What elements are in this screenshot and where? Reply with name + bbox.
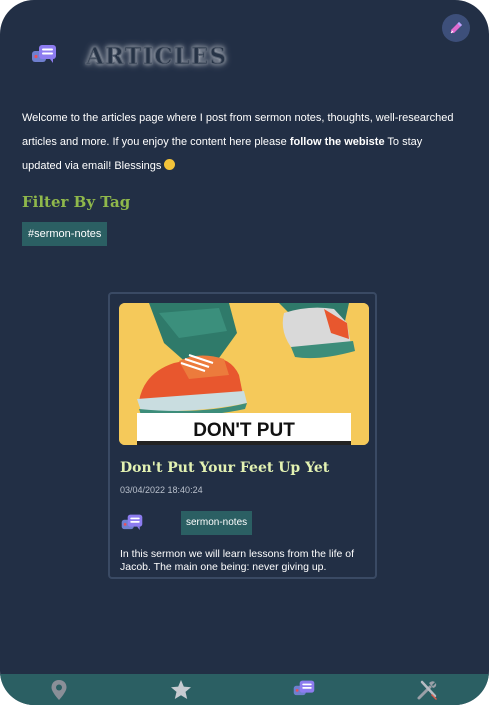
nav-tools[interactable] [415, 678, 439, 702]
tag-filter-sermon-notes[interactable]: #sermon-notes [22, 222, 108, 246]
chat-bubbles-icon [293, 680, 315, 696]
article-tag[interactable]: sermon-notes [181, 511, 253, 535]
article-date: 03/04/2022 18:40:24 [120, 485, 203, 495]
map-pin-icon [51, 680, 67, 700]
star-icon [171, 680, 191, 699]
app-screen: ARTICLES Welcome to the articles page wh… [0, 0, 489, 705]
intro-text: Welcome to the articles page where I pos… [22, 106, 462, 178]
smile-emoji-icon [164, 159, 176, 170]
nav-favorites[interactable] [169, 678, 193, 702]
tools-icon [417, 680, 437, 700]
filter-heading: Filter By Tag [22, 193, 131, 211]
article-card[interactable]: DON'T PUT Don't Put Your Feet Up Yet 03/… [108, 292, 377, 579]
chat-bubbles-icon [121, 514, 143, 530]
page-title: ARTICLES [85, 42, 228, 70]
page-header: ARTICLES [30, 42, 227, 70]
article-image: DON'T PUT [119, 303, 369, 445]
article-description: In this sermon we will learn lessons fro… [120, 548, 355, 573]
bottom-nav [0, 674, 489, 705]
pen-icon [450, 22, 462, 34]
chat-bubbles-icon [32, 45, 56, 63]
follow-website-link[interactable]: follow the webiste [290, 136, 385, 148]
nav-articles[interactable] [292, 678, 316, 702]
theme-toggle-button[interactable] [442, 14, 470, 42]
article-title[interactable]: Don't Put Your Feet Up Yet [120, 460, 370, 476]
nav-locations[interactable] [47, 678, 71, 702]
feet-illustration: DON'T PUT [119, 303, 369, 445]
article-image-text: DON'T PUT [193, 420, 295, 441]
